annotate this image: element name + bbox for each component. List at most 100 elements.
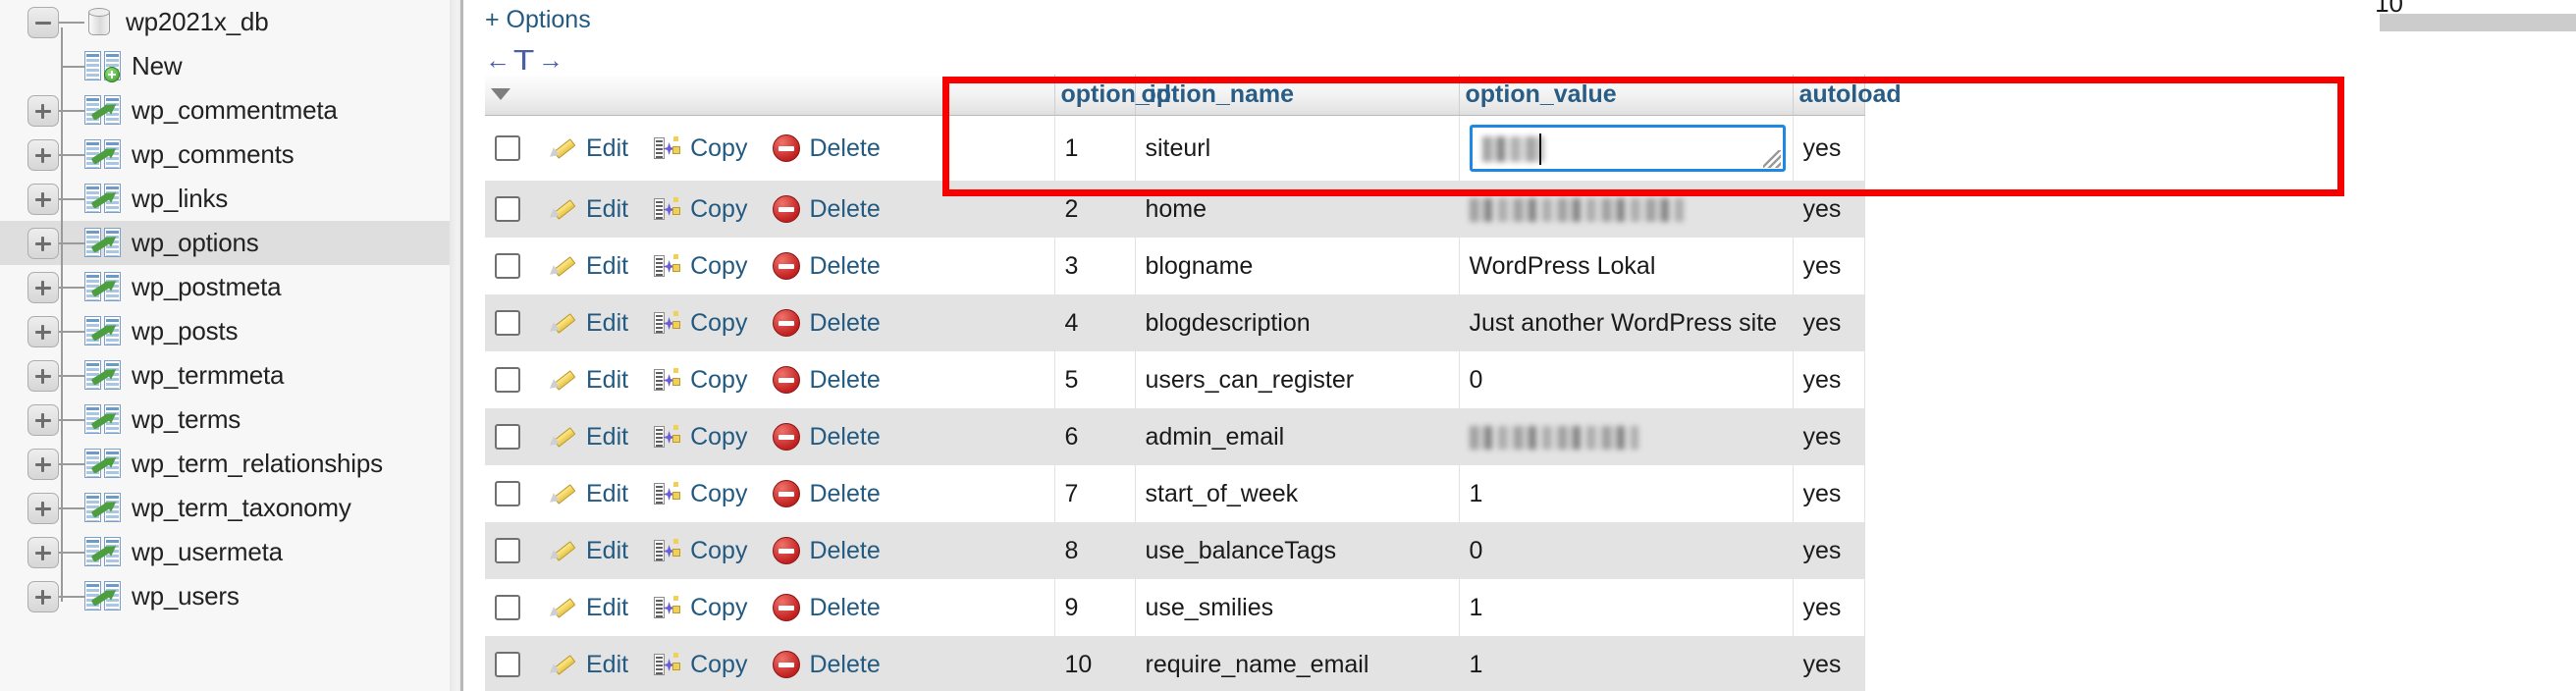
copy-link[interactable]: Copy bbox=[654, 651, 747, 679]
edit-link[interactable]: Edit bbox=[546, 594, 628, 622]
edit-link[interactable]: Edit bbox=[546, 423, 628, 452]
row-select-checkbox[interactable] bbox=[495, 367, 520, 393]
nav-arrow-right[interactable]: → bbox=[538, 45, 565, 75]
row-select-checkbox[interactable] bbox=[495, 595, 520, 620]
sidebar-item-wp_term_taxonomy[interactable]: wp_term_taxonomy bbox=[0, 486, 452, 530]
edit-link[interactable]: Edit bbox=[546, 195, 628, 224]
edit-link[interactable]: Edit bbox=[546, 651, 628, 679]
sidebar-item-wp_postmeta[interactable]: wp_postmeta bbox=[0, 265, 452, 309]
copy-link[interactable]: Copy bbox=[654, 195, 747, 224]
sidebar-item-wp_posts[interactable]: wp_posts bbox=[0, 309, 452, 353]
delete-link[interactable]: Delete bbox=[773, 537, 881, 565]
sidebar-item-wp_term_relationships[interactable]: wp_term_relationships bbox=[0, 442, 452, 486]
delete-link[interactable]: Delete bbox=[773, 309, 881, 338]
table-row[interactable]: Edit Copy Delete 2 home yes bbox=[485, 181, 1865, 238]
sidebar-item-wp_links[interactable]: wp_links bbox=[0, 177, 452, 221]
delete-link[interactable]: Delete bbox=[773, 195, 881, 224]
cell-option-value[interactable] bbox=[1459, 115, 1794, 181]
copy-link[interactable]: Copy bbox=[654, 537, 747, 565]
delete-link[interactable]: Delete bbox=[773, 651, 881, 679]
row-select-checkbox[interactable] bbox=[495, 481, 520, 506]
delete-link[interactable]: Delete bbox=[773, 594, 881, 622]
table-row[interactable]: Edit Copy Delete 10 require_name_email 1 yes bbox=[485, 636, 1865, 691]
row-select-checkbox[interactable] bbox=[495, 196, 520, 222]
expand-table-button[interactable] bbox=[27, 184, 59, 215]
option-value-edit-input[interactable] bbox=[1469, 125, 1786, 172]
row-select-checkbox[interactable] bbox=[495, 538, 520, 563]
table-row[interactable]: Edit Copy Delete 3 blogname WordPress Lokal ye… bbox=[485, 238, 1865, 294]
cell-option-value[interactable]: 0 bbox=[1459, 522, 1794, 579]
row-select-checkbox[interactable] bbox=[495, 253, 520, 279]
sidebar-item-wp_terms[interactable]: wp_terms bbox=[0, 398, 452, 442]
expand-table-button[interactable] bbox=[27, 139, 59, 171]
sidebar-item-wp_usermeta[interactable]: wp_usermeta bbox=[0, 530, 452, 574]
row-select-checkbox[interactable] bbox=[495, 135, 520, 161]
delete-link[interactable]: Delete bbox=[773, 423, 881, 452]
edit-link[interactable]: Edit bbox=[546, 309, 628, 338]
header-option-value[interactable]: option_value bbox=[1459, 75, 1794, 116]
edit-link[interactable]: Edit bbox=[546, 366, 628, 395]
expand-table-button[interactable] bbox=[27, 449, 59, 480]
edit-link[interactable]: Edit bbox=[546, 252, 628, 281]
sidebar-item-wp_comments[interactable]: wp_comments bbox=[0, 133, 452, 177]
copy-link[interactable]: Copy bbox=[654, 309, 747, 338]
expand-table-button[interactable] bbox=[27, 316, 59, 347]
cell-option-value[interactable] bbox=[1459, 181, 1794, 238]
resize-grip-icon[interactable] bbox=[1762, 150, 1781, 168]
table-row[interactable]: Edit Copy Delete 8 use_balanceTags 0 yes bbox=[485, 522, 1865, 579]
copy-link[interactable]: Copy bbox=[654, 134, 747, 163]
copy-link[interactable]: Copy bbox=[654, 480, 747, 508]
row-select-checkbox[interactable] bbox=[495, 310, 520, 336]
collapse-database-button[interactable] bbox=[27, 7, 59, 38]
expand-table-button[interactable] bbox=[27, 581, 59, 612]
expand-table-button[interactable] bbox=[27, 95, 59, 127]
sidebar-database-root[interactable]: wp2021x_db bbox=[0, 0, 452, 44]
delete-link[interactable]: Delete bbox=[773, 480, 881, 508]
cell-option-value[interactable]: 0 bbox=[1459, 351, 1794, 408]
sidebar-item-wp_users[interactable]: wp_users bbox=[0, 574, 452, 618]
nav-tee-icon[interactable]: T bbox=[513, 43, 537, 77]
copy-link[interactable]: Copy bbox=[654, 366, 747, 395]
expand-table-button[interactable] bbox=[27, 228, 59, 259]
expand-table-button[interactable] bbox=[27, 404, 59, 436]
sidebar-item-wp_commentmeta[interactable]: wp_commentmeta bbox=[0, 88, 452, 133]
edit-link[interactable]: Edit bbox=[546, 537, 628, 565]
delete-link[interactable]: Delete bbox=[773, 134, 881, 163]
header-option-name[interactable]: option_name bbox=[1135, 75, 1460, 116]
copy-link[interactable]: Copy bbox=[654, 594, 747, 622]
expand-table-button[interactable] bbox=[27, 493, 59, 524]
table-row[interactable]: Edit Copy Delete 6 admin_email yes bbox=[485, 408, 1865, 465]
edit-link[interactable]: Edit bbox=[546, 480, 628, 508]
edit-link[interactable]: Edit bbox=[546, 134, 628, 163]
table-row[interactable]: Edit Copy Delete 5 users_can_register 0 yes bbox=[485, 351, 1865, 408]
row-select-checkbox[interactable] bbox=[495, 652, 520, 677]
header-option-id[interactable]: option_id bbox=[1054, 75, 1171, 116]
expand-table-button[interactable] bbox=[27, 272, 59, 303]
cell-option-value[interactable]: WordPress Lokal bbox=[1459, 238, 1794, 294]
expand-table-button[interactable] bbox=[27, 360, 59, 392]
table-row[interactable]: Edit Copy Delete 4 blogdescription Just anoth… bbox=[485, 294, 1865, 351]
copy-link[interactable]: Copy bbox=[654, 423, 747, 452]
sidebar-item-new[interactable]: New bbox=[0, 44, 452, 88]
column-navigation-arrows[interactable]: ←T→ bbox=[485, 43, 565, 77]
copy-label: Copy bbox=[690, 650, 748, 678]
header-autoload[interactable]: autoload bbox=[1793, 75, 1902, 116]
cell-option-value[interactable]: 1 bbox=[1459, 465, 1794, 522]
delete-link[interactable]: Delete bbox=[773, 252, 881, 281]
sidebar-item-wp_termmeta[interactable]: wp_termmeta bbox=[0, 353, 452, 398]
cell-option-value[interactable]: 1 bbox=[1459, 636, 1794, 691]
table-row[interactable]: Edit Copy Delete 9 use_smilies 1 yes bbox=[485, 579, 1865, 636]
cell-option-value[interactable]: Just another WordPress site bbox=[1459, 294, 1794, 351]
sidebar-item-wp_options[interactable]: wp_options bbox=[0, 221, 452, 265]
delete-link[interactable]: Delete bbox=[773, 366, 881, 395]
cell-option-value[interactable]: 1 bbox=[1459, 579, 1794, 636]
table-row[interactable]: Edit Copy Delete 1 siteurl yes bbox=[485, 115, 1865, 181]
copy-link[interactable]: Copy bbox=[654, 252, 747, 281]
table-row[interactable]: Edit Copy Delete 7 start_of_week 1 yes bbox=[485, 465, 1865, 522]
options-toggle-link[interactable]: + Options bbox=[485, 6, 591, 34]
sort-caret-icon[interactable] bbox=[491, 87, 510, 100]
row-select-checkbox[interactable] bbox=[495, 424, 520, 450]
nav-arrow-left[interactable]: ← bbox=[485, 45, 512, 75]
expand-table-button[interactable] bbox=[27, 537, 59, 568]
cell-option-value[interactable] bbox=[1459, 408, 1794, 465]
